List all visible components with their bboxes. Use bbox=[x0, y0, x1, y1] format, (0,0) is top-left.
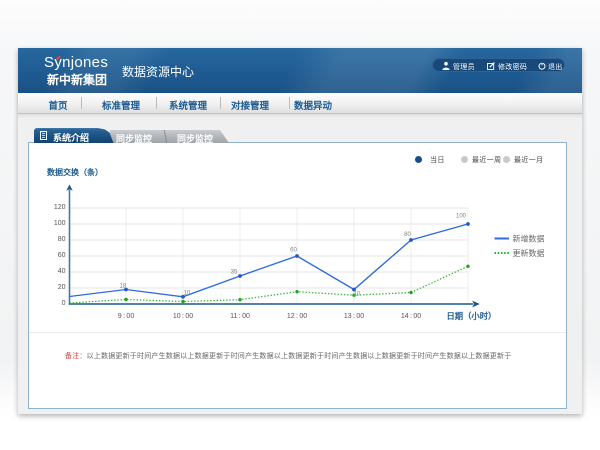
svg-text:40: 40 bbox=[58, 268, 66, 275]
svg-text:12 : 00: 12 : 00 bbox=[287, 313, 307, 320]
svg-text:13 : 00: 13 : 00 bbox=[344, 313, 364, 320]
svg-text:0: 0 bbox=[62, 300, 66, 307]
svg-text:35: 35 bbox=[231, 270, 238, 276]
svg-text:新增数据: 新增数据 bbox=[513, 234, 545, 244]
svg-text:20: 20 bbox=[58, 284, 66, 291]
svg-text:18: 18 bbox=[119, 284, 126, 290]
svg-text:120: 120 bbox=[54, 204, 66, 211]
svg-text:更新数据: 更新数据 bbox=[513, 248, 545, 258]
svg-text:11 : 00: 11 : 00 bbox=[230, 313, 250, 320]
svg-text:10: 10 bbox=[184, 291, 191, 297]
svg-text:10: 10 bbox=[354, 292, 361, 298]
svg-text:100: 100 bbox=[456, 214, 467, 220]
svg-text:80: 80 bbox=[404, 232, 411, 238]
svg-text:60: 60 bbox=[58, 252, 66, 259]
svg-text:80: 80 bbox=[58, 236, 66, 243]
svg-text:14 : 00: 14 : 00 bbox=[401, 313, 421, 320]
svg-text:日期（小时）: 日期（小时） bbox=[447, 311, 497, 321]
svg-text:9 : 00: 9 : 00 bbox=[118, 313, 135, 320]
svg-text:60: 60 bbox=[290, 248, 297, 254]
svg-text:100: 100 bbox=[54, 220, 66, 227]
svg-text:10 : 00: 10 : 00 bbox=[173, 313, 193, 320]
